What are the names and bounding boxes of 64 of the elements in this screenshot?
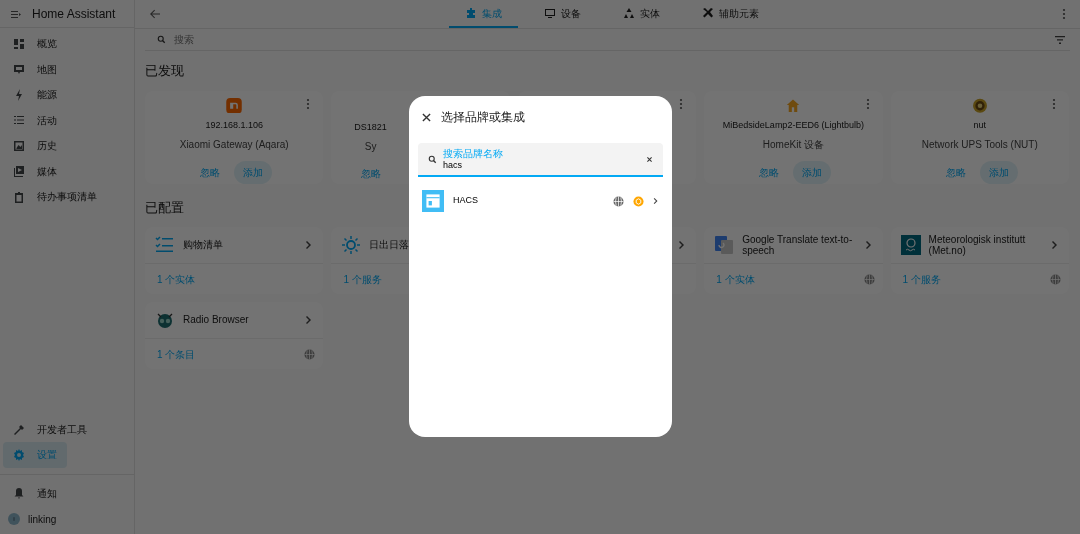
- sidebar-item[interactable]: 媒体: [3, 158, 67, 184]
- field-label: 搜索品牌名称: [443, 148, 504, 159]
- sun-icon: [341, 235, 362, 255]
- settings-icon: [13, 448, 25, 461]
- user-item[interactable]: linking: [3, 506, 131, 532]
- integration-title: 日出日落: [369, 239, 411, 251]
- more-icon: [1062, 8, 1066, 20]
- section-heading: 已配置: [145, 198, 184, 217]
- search-input[interactable]: hacs: [443, 160, 593, 170]
- search-icon: [157, 35, 166, 44]
- chevron-icon: [678, 240, 687, 250]
- dashboard-icon: [13, 37, 25, 50]
- section-heading: 已发现: [145, 62, 184, 80]
- store-icon: [422, 190, 444, 212]
- search-icon: [428, 154, 437, 164]
- sidebar-item[interactable]: 待办事项清单: [3, 184, 107, 210]
- chevron-icon: [1051, 240, 1059, 250]
- shapes-icon: [622, 7, 635, 19]
- device-title: 192.168.1.106: [205, 119, 263, 132]
- chevron-icon: [653, 196, 659, 206]
- app-title: Home Assistant: [32, 5, 116, 23]
- back-icon: [149, 8, 161, 20]
- devices-icon: [543, 7, 556, 19]
- integration-name: HACS: [453, 194, 479, 208]
- device-title: MiBedsideLamp2-EED6 (Lightbulb): [722, 119, 864, 132]
- integration-result[interactable]: HACS: [418, 185, 663, 217]
- bell-icon: [13, 487, 25, 500]
- sidebar-item[interactable]: 开发者工具: [3, 416, 97, 442]
- sidebar-item[interactable]: 活动: [3, 107, 67, 133]
- clear-icon: [646, 155, 653, 163]
- sidebar-item[interactable]: 历史: [3, 133, 67, 159]
- device-subtitle: HomeKit 设备: [762, 137, 824, 152]
- chart-icon: [13, 139, 25, 152]
- integration-title: Google Translate text-to-speech: [742, 233, 854, 257]
- map-icon: [13, 63, 25, 76]
- device-title: DS1821: [354, 121, 387, 134]
- bolt-icon: [13, 88, 25, 101]
- hammer-icon: [13, 423, 25, 436]
- media-icon: [13, 165, 25, 178]
- device-subtitle: Xiaomi Gateway (Aqara): [179, 137, 289, 152]
- chevron-icon: [864, 240, 873, 250]
- clipboard-icon: [13, 190, 25, 203]
- tab[interactable]: 实体: [606, 0, 676, 28]
- chevron-icon: [305, 315, 314, 325]
- dialog-title: 选择品牌或集成: [441, 109, 525, 126]
- sidebar-item[interactable]: 能源: [3, 82, 67, 108]
- puzzle-icon: [464, 7, 477, 19]
- chevron-icon: [305, 240, 314, 250]
- device-subtitle: Network UPS Tools (NUT): [921, 137, 1038, 152]
- sidebar-item[interactable]: 概览: [3, 31, 67, 57]
- integration-title: 购物清单: [183, 239, 224, 251]
- list-icon: [13, 114, 25, 127]
- sidebar-item[interactable]: 通知: [3, 480, 131, 506]
- checklist-icon: [155, 235, 175, 255]
- tab[interactable]: 设备: [527, 0, 597, 28]
- integration-title: Meteorologisk institutt (Met.no): [928, 233, 1027, 257]
- tools-icon: [701, 7, 714, 19]
- sidebar-item[interactable]: 地图: [3, 56, 67, 82]
- device-subtitle: Sy: [364, 139, 377, 154]
- close-icon: [422, 112, 431, 122]
- tab[interactable]: 辅助元素: [685, 0, 775, 28]
- integration-title: Radio Browser: [183, 314, 250, 326]
- device-title: nut: [973, 119, 987, 132]
- filter-icon: [1054, 33, 1066, 46]
